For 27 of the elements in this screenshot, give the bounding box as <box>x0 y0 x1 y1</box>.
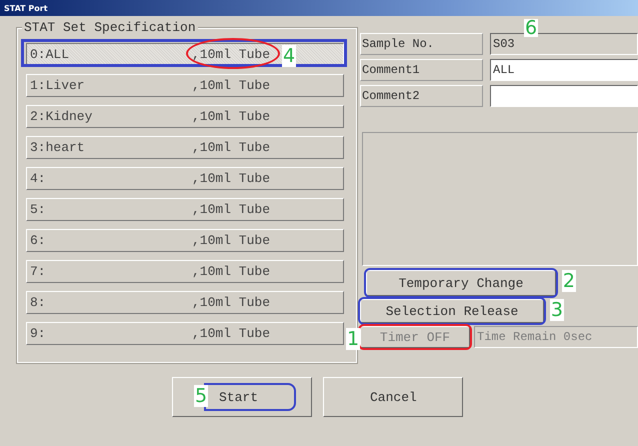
stat-item[interactable]: 6: ,10ml Tube <box>26 229 344 252</box>
annotation-number: 2 <box>562 270 576 292</box>
annotation-number: 4 <box>282 45 296 67</box>
stat-item[interactable]: 5: ,10ml Tube <box>26 198 344 221</box>
selection-release-button[interactable]: Selection Release <box>360 299 544 323</box>
stat-item[interactable]: 2:Kidney ,10ml Tube <box>26 105 344 128</box>
input-field[interactable]: S03 <box>490 33 638 55</box>
temporary-change-button[interactable]: Temporary Change <box>366 270 556 296</box>
annotation-number: 1 <box>346 328 360 350</box>
window-title: STAT Port <box>4 4 48 12</box>
time-remaining-label: Time Remain 0sec <box>474 326 638 348</box>
field-label: Comment1 <box>360 59 483 81</box>
stat-item[interactable]: 4: ,10ml Tube <box>26 167 344 190</box>
group-title: STAT Set Specification <box>22 20 198 35</box>
field-label: Comment2 <box>360 85 483 107</box>
annotation-number: 3 <box>550 299 564 321</box>
stat-item[interactable]: 8: ,10ml Tube <box>26 291 344 314</box>
input-field[interactable] <box>490 85 638 107</box>
input-field[interactable]: ALL <box>490 59 638 81</box>
field-label: Sample No. <box>360 33 483 55</box>
stat-item[interactable]: 3:heart ,10ml Tube <box>26 136 344 159</box>
annotation-number: 5 <box>194 385 208 407</box>
cancel-button[interactable]: Cancel <box>323 377 463 417</box>
stat-item[interactable]: 7: ,10ml Tube <box>26 260 344 283</box>
stat-item[interactable]: 9: ,10ml Tube <box>26 322 344 345</box>
annotation-number: 6 <box>524 19 538 37</box>
stat-item[interactable]: 1:Liver ,10ml Tube <box>26 74 344 97</box>
